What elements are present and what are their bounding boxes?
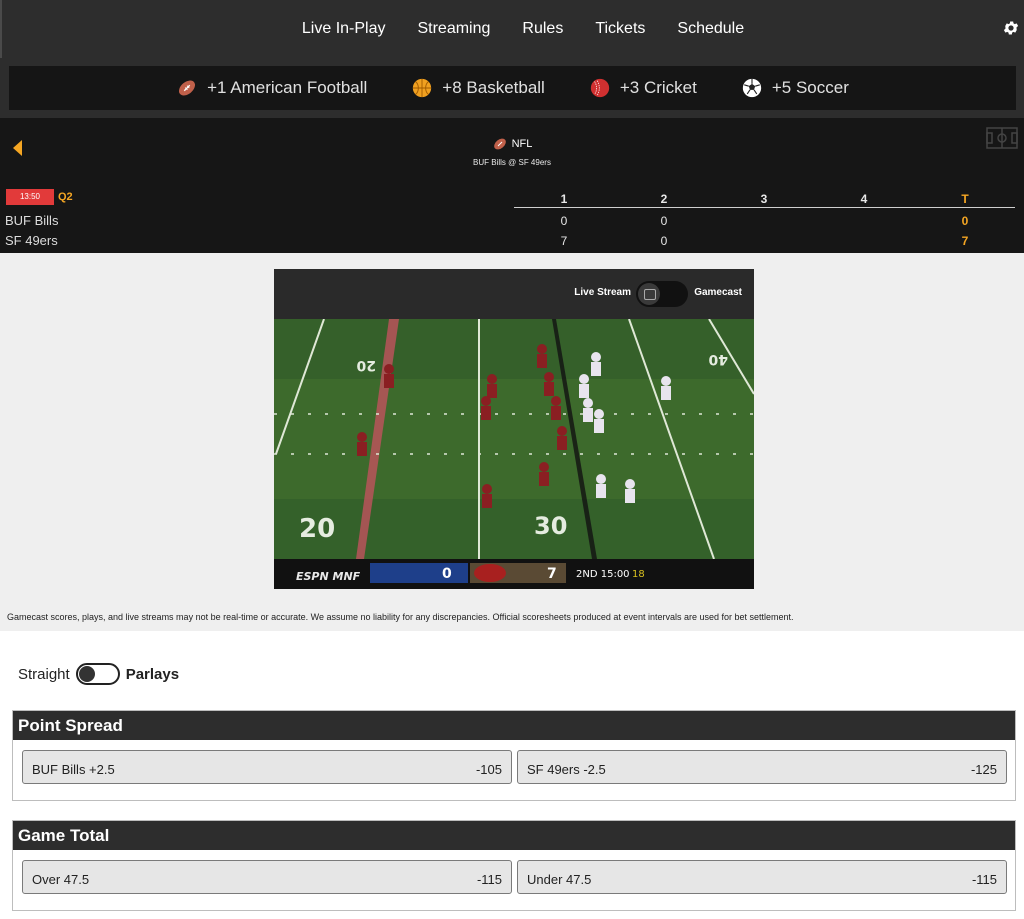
total-header: T — [961, 192, 969, 206]
top-nav: Live In-Play Streaming Rules Tickets Sch… — [0, 0, 1024, 58]
quarter-headers: 1 2 3 4 T — [514, 192, 1015, 208]
live-video-frame[interactable]: 20 30 20 40 ESPN MNF 0 7 2ND 15:00 18 — [274, 319, 754, 589]
quarter-score: 0 — [660, 214, 668, 228]
league-header: NFL BUF Bills @ SF 49ers — [0, 136, 1024, 167]
straight-label: Straight — [18, 665, 70, 683]
quarter-score: 0 — [560, 214, 568, 228]
nav-tickets[interactable]: Tickets — [595, 20, 645, 38]
market-title: Point Spread — [13, 711, 1015, 740]
parlays-label: Parlays — [125, 665, 180, 683]
quarter-header: 1 — [560, 192, 568, 206]
market-options: Over 47.5 -115 Under 47.5 -115 — [13, 850, 1015, 910]
switch-knob — [78, 666, 95, 682]
market-game-total: Game Total Over 47.5 -115 Under 47.5 -11… — [12, 820, 1016, 911]
quarter-score: 0 — [660, 234, 668, 248]
team-name: SF 49ers — [5, 233, 58, 248]
nav-streaming[interactable]: Streaming — [417, 20, 490, 38]
bet-label: Under 47.5 — [527, 872, 592, 887]
league-name: NFL — [492, 136, 533, 152]
bet-label: SF 49ers -2.5 — [527, 762, 606, 777]
parlay-switch[interactable] — [75, 663, 120, 685]
sport-label: +5 Soccer — [771, 78, 849, 97]
broadcast-home-score: 7 — [547, 566, 557, 582]
total-score: 0 — [961, 214, 969, 228]
bet-price: -105 — [475, 762, 502, 777]
stream-gamecast-toggle[interactable] — [636, 281, 688, 307]
sport-basketball[interactable]: +8 Basketball — [411, 77, 545, 99]
bet-option-under[interactable]: Under 47.5 -115 — [517, 860, 1007, 894]
bet-price: -115 — [476, 872, 502, 887]
toggle-knob — [638, 283, 660, 305]
quarter-score: 7 — [560, 234, 568, 248]
bet-price: -115 — [971, 872, 997, 887]
scoreboard: NFL BUF Bills @ SF 49ers 13:50 Q2 1 2 3 … — [0, 118, 1024, 253]
sport-label: +8 Basketball — [442, 78, 545, 97]
player-toolbar: Live Stream Gamecast — [274, 269, 754, 319]
broadcast-network: ESPN MNF — [296, 570, 361, 583]
bet-option-over[interactable]: Over 47.5 -115 — [22, 860, 512, 894]
broadcast-away-score: 0 — [442, 566, 452, 582]
team-name: BUF Bills — [5, 213, 59, 228]
nav-links: Live In-Play Streaming Rules Tickets Sch… — [2, 0, 1024, 58]
sport-cricket[interactable]: +3 Cricket — [589, 77, 697, 99]
market-point-spread: Point Spread BUF Bills +2.5 -105 SF 49er… — [12, 710, 1016, 801]
sport-soccer[interactable]: +5 Soccer — [741, 77, 849, 99]
quarter-header: 2 — [660, 192, 668, 206]
yard-marker: 20 — [356, 357, 376, 373]
yard-marker: 20 — [299, 514, 335, 544]
bet-price: -125 — [970, 762, 997, 777]
bet-label: BUF Bills +2.5 — [32, 762, 115, 777]
matchup: BUF Bills @ SF 49ers — [473, 158, 551, 167]
sports-bar-inner: +1 American Football +8 Basketball +3 Cr… — [9, 66, 1016, 110]
market-options: BUF Bills +2.5 -105 SF 49ers -2.5 -125 — [13, 740, 1015, 800]
video-player: Live Stream Gamecast 20 30 20 40 ESPN MN… — [274, 269, 754, 589]
sports-bar: +1 American Football +8 Basketball +3 Cr… — [0, 58, 1024, 118]
yard-marker: 40 — [708, 351, 728, 367]
broadcast-down: 18 — [632, 569, 645, 580]
gamecast-label: Gamecast — [694, 287, 742, 298]
broadcast-status: 2ND 15:00 — [576, 569, 630, 580]
total-score: 7 — [961, 234, 969, 248]
market-title: Game Total — [13, 821, 1015, 850]
gamecast-panel: Live Stream Gamecast 20 30 20 40 ESPN MN… — [0, 253, 1024, 631]
league-label: NFL — [511, 138, 533, 150]
wager-mode-toggle: Straight Parlays — [18, 662, 179, 686]
sport-label: +3 Cricket — [619, 78, 697, 97]
game-clock: 13:50 — [6, 189, 54, 205]
live-stream-label: Live Stream — [574, 287, 631, 298]
basketball-icon — [413, 78, 432, 98]
yard-marker: 30 — [534, 512, 567, 540]
nav-rules[interactable]: Rules — [522, 20, 563, 38]
gamecast-disclaimer: Gamecast scores, plays, and live streams… — [7, 612, 794, 622]
team-row-away: BUF Bills 0 0 0 — [0, 211, 1024, 231]
nav-schedule[interactable]: Schedule — [677, 20, 744, 38]
quarter-header: 4 — [860, 192, 868, 206]
bet-label: Over 47.5 — [32, 872, 90, 887]
sport-label: +1 American Football — [207, 78, 368, 97]
sport-american-football[interactable]: +1 American Football — [176, 77, 367, 99]
bet-option-away-spread[interactable]: BUF Bills +2.5 -105 — [22, 750, 512, 784]
team-row-home: SF 49ers 7 0 7 — [0, 231, 1024, 251]
bet-option-home-spread[interactable]: SF 49ers -2.5 -125 — [517, 750, 1007, 784]
cricket-ball-icon — [590, 78, 610, 98]
football-icon — [179, 80, 196, 96]
football-icon — [493, 138, 506, 150]
nav-live-in-play[interactable]: Live In-Play — [302, 20, 386, 38]
gear-icon[interactable] — [1002, 19, 1020, 37]
game-quarter: Q2 — [58, 191, 73, 203]
soccer-ball-icon — [742, 78, 762, 98]
quarter-header: 3 — [760, 192, 768, 206]
